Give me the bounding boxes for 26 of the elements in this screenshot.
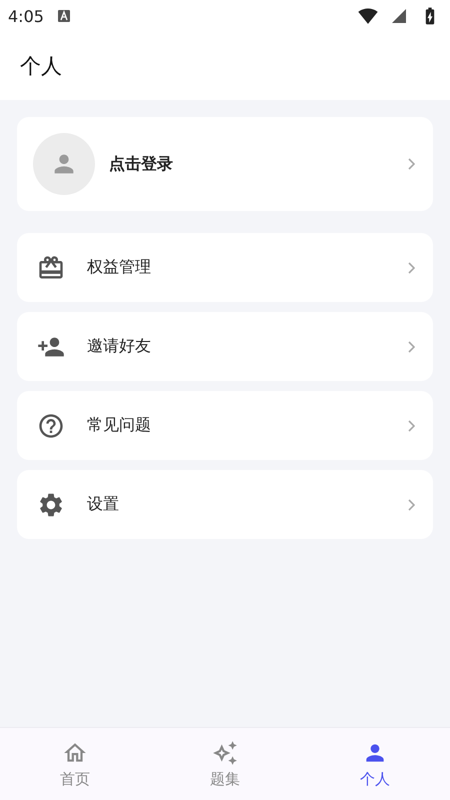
chevron-icon: [408, 262, 415, 274]
wifi-icon: [358, 6, 378, 26]
login-card[interactable]: 点击登录: [17, 117, 433, 211]
chevron-icon: [408, 158, 415, 170]
tab-label: 个人: [360, 770, 390, 788]
menu-label: 设置: [87, 494, 120, 515]
menu-item[interactable]: 权益管理: [17, 233, 433, 302]
chevron-icon: [408, 340, 415, 352]
tab-label: 首页: [60, 770, 90, 788]
menu-item[interactable]: 常见问题: [17, 391, 433, 460]
menu-label: 权益管理: [87, 257, 152, 278]
menu-label: 常见问题: [87, 415, 152, 436]
page-title: 个人: [20, 53, 62, 80]
help-icon: [37, 412, 65, 440]
menu-item[interactable]: 邀请好友: [17, 312, 433, 381]
gift-icon: [37, 254, 65, 282]
chevron-icon: [408, 498, 415, 510]
notification-icon: [58, 10, 70, 22]
status-time: 4:05: [8, 6, 44, 26]
signal-icon: [392, 9, 406, 23]
chevron-icon: [408, 420, 415, 432]
menu-item[interactable]: 设置: [17, 470, 433, 539]
login-label: 点击登录: [109, 154, 174, 174]
tab-label: 题集: [210, 770, 240, 788]
menu-label: 邀请好友: [87, 336, 152, 357]
nav-tab[interactable]: 个人: [300, 728, 450, 800]
